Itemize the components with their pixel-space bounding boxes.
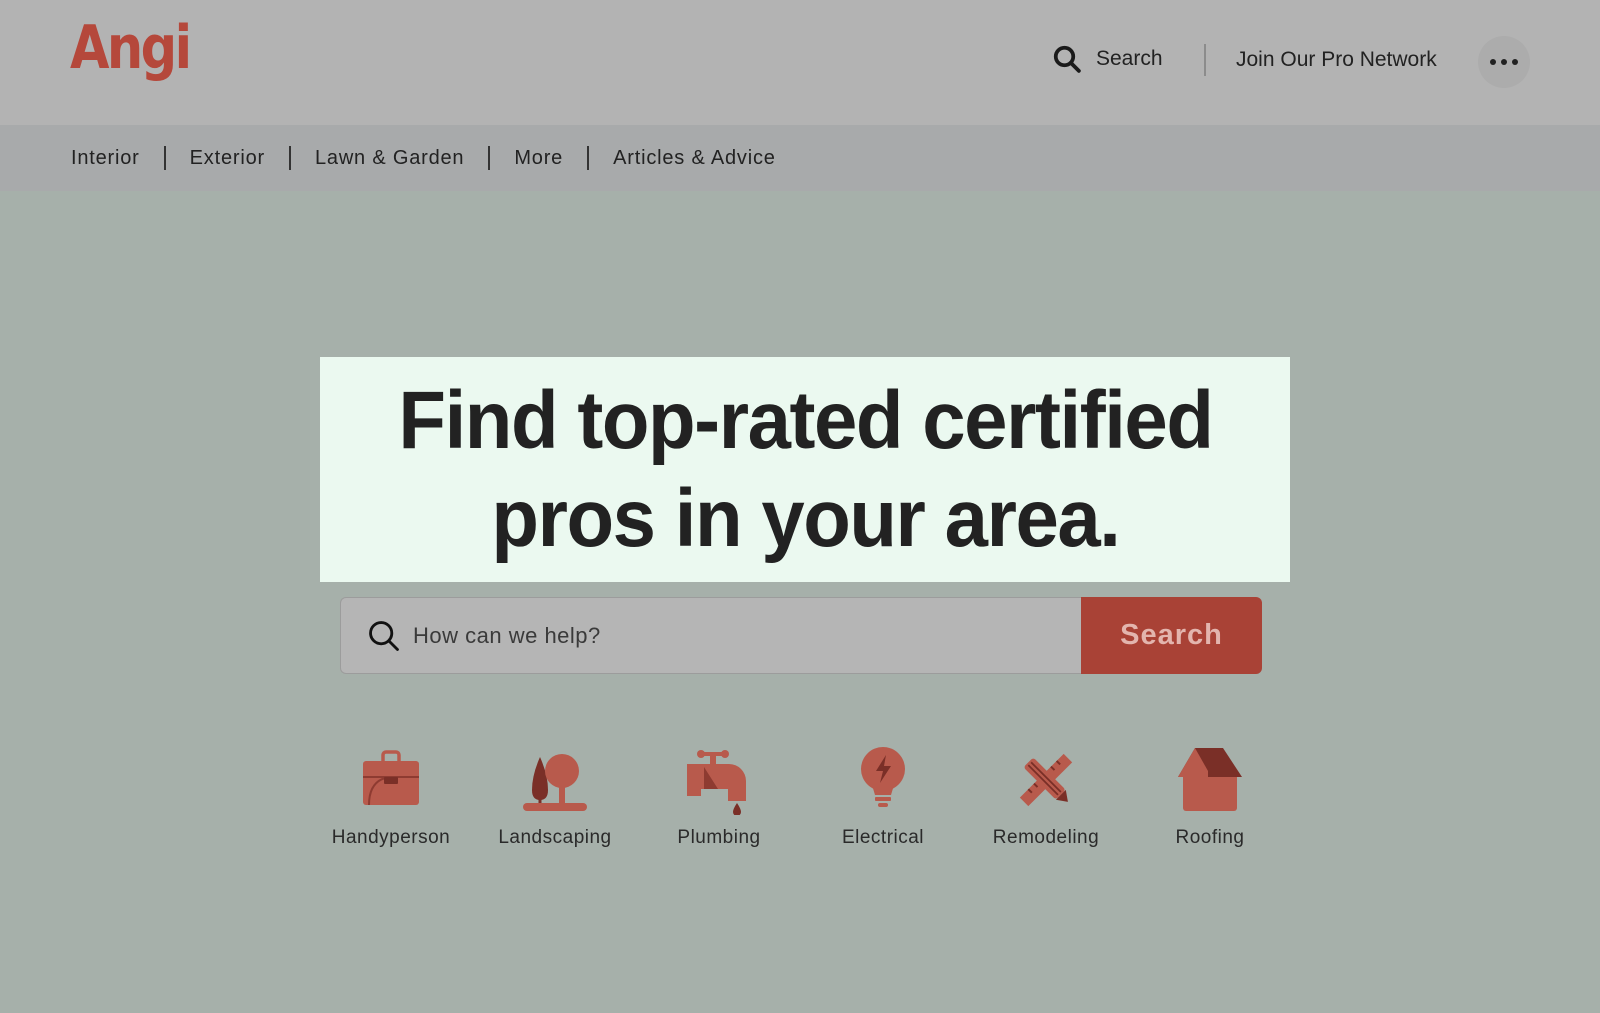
category-roofing[interactable]: Roofing	[1140, 745, 1280, 849]
category-label: Remodeling	[992, 827, 1100, 848]
hero-title: Find top-rated certified pros in your ar…	[397, 372, 1214, 568]
category-electrical[interactable]: Electrical	[813, 745, 953, 849]
nav-item-articles-advice[interactable]: Articles & Advice	[613, 147, 776, 170]
service-search-input[interactable]	[413, 622, 1033, 649]
category-label: Plumbing	[677, 827, 761, 848]
hero-banner: Find top-rated certified pros in your ar…	[320, 357, 1290, 582]
category-label: Landscaping	[498, 827, 612, 848]
header-divider	[1204, 44, 1206, 76]
nav-item-more[interactable]: More	[514, 147, 563, 170]
nav-divider	[163, 146, 166, 170]
category-plumbing[interactable]: Plumbing	[649, 745, 789, 849]
nav-item-interior[interactable]: Interior	[71, 147, 140, 170]
search-icon	[1053, 45, 1081, 73]
ellipsis-dot	[1512, 59, 1518, 65]
ellipsis-dot	[1501, 59, 1507, 65]
lightbulb-icon	[861, 747, 905, 807]
trees-icon	[523, 754, 587, 811]
nav-divider	[488, 146, 491, 170]
faucet-icon	[687, 750, 746, 815]
nav-item-lawn-garden[interactable]: Lawn & Garden	[315, 147, 464, 170]
site-header: Angi Search Join Our Pro Network	[0, 0, 1600, 125]
search-submit-button[interactable]: Search	[1081, 597, 1262, 674]
more-menu-button[interactable]	[1478, 36, 1530, 88]
category-label: Handyperson	[331, 827, 451, 848]
ellipsis-icon	[1490, 59, 1496, 65]
join-pro-network-link[interactable]: Join Our Pro Network	[1236, 48, 1437, 72]
service-search-form: Search	[340, 597, 1262, 674]
hero-title-line-1: Find top-rated certified	[397, 374, 1214, 466]
angi-logo[interactable]: Angi	[70, 18, 192, 78]
category-landscaping[interactable]: Landscaping	[485, 745, 625, 849]
category-label: Electrical	[841, 827, 925, 848]
header-search-label: Search	[1096, 47, 1163, 70]
category-handyperson[interactable]: Handyperson	[321, 745, 461, 849]
nav-divider	[288, 146, 291, 170]
toolbox-icon	[363, 750, 419, 806]
category-label: Roofing	[1175, 827, 1245, 848]
hero-title-line-2: pros in your area.	[490, 472, 1120, 564]
category-remodeling[interactable]: Remodeling	[976, 745, 1116, 849]
pencil-ruler-icon	[1019, 753, 1073, 807]
category-nav: Interior Exterior Lawn & Garden More Art…	[0, 125, 1600, 191]
header-search-button[interactable]: Search	[1052, 44, 1163, 74]
nav-divider	[587, 146, 590, 170]
house-icon	[1178, 748, 1242, 811]
search-field-container[interactable]	[340, 597, 1081, 674]
nav-item-exterior[interactable]: Exterior	[190, 147, 265, 170]
search-icon	[369, 620, 399, 651]
